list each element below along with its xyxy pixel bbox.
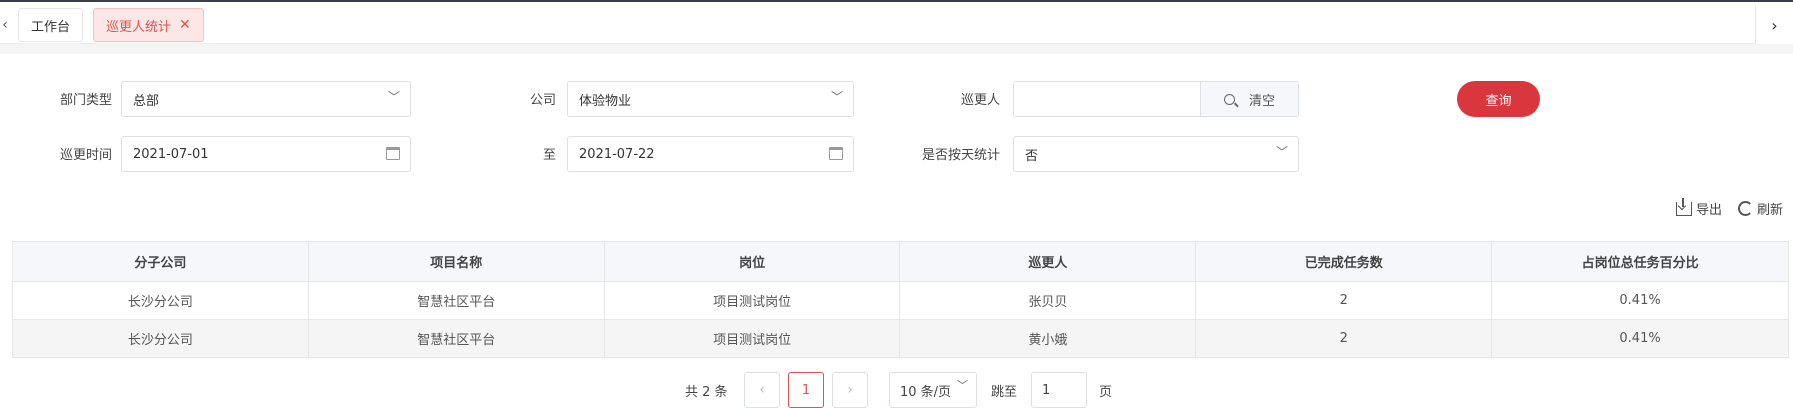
patroller-label: 巡更人: [960, 93, 1000, 108]
date-from-field[interactable]: 2021-07-01: [121, 136, 411, 172]
table-cell: 长沙分公司: [12, 281, 309, 320]
export-button[interactable]: 导出: [1676, 197, 1723, 218]
date-from-value: 2021-07-01: [133, 146, 209, 162]
date-to-field[interactable]: 2021-07-22: [567, 136, 854, 172]
page-unit-label: 页: [1099, 384, 1113, 400]
table-row: 长沙分公司 智慧社区平台 项目测试岗位 张贝贝 2 0.41%: [12, 281, 1789, 320]
chevron-down-icon: ﹀: [830, 90, 843, 104]
table-cell: 项目测试岗位: [604, 281, 901, 320]
tab-workbench[interactable]: 工作台: [18, 8, 84, 42]
close-icon[interactable]: ✕: [179, 17, 191, 33]
chevron-down-icon: ﹀: [387, 90, 400, 104]
dept-type-value: 总部: [133, 93, 160, 109]
chevron-down-icon: ﹀: [957, 379, 968, 392]
table-cell: 0.41%: [1491, 281, 1789, 320]
refresh-icon: [1738, 201, 1753, 216]
clear-button[interactable]: 清空: [1200, 82, 1298, 116]
table-cell: 长沙分公司: [12, 319, 309, 358]
total-count: 共 2 条: [685, 384, 728, 400]
column-header: 项目名称: [308, 241, 605, 282]
table-cell: 智慧社区平台: [308, 281, 605, 320]
by-day-select[interactable]: 否 ﹀: [1013, 136, 1299, 172]
table-cell: 2: [1195, 281, 1493, 320]
tab-label: 工作台: [31, 19, 71, 35]
tab-scroll-left-icon[interactable]: ‹: [0, 10, 10, 40]
stats-table: 分子公司 项目名称 岗位 巡更人 已完成任务数 占岗位总任务百分比 长沙分公司 …: [12, 241, 1789, 358]
tab-bar: ‹ 工作台 巡更人统计 ✕ ›: [0, 0, 1793, 44]
by-day-label: 是否按天统计: [921, 148, 1000, 163]
next-page-button[interactable]: ›: [832, 372, 868, 408]
table-cell: 张贝贝: [899, 281, 1197, 320]
download-icon: [1676, 197, 1692, 216]
refresh-button[interactable]: 刷新: [1738, 199, 1783, 218]
dept-type-label: 部门类型: [59, 93, 112, 108]
patroller-search-group: 清空: [1013, 81, 1299, 117]
table-header-row: 分子公司 项目名称 岗位 巡更人 已完成任务数 占岗位总任务百分比: [12, 241, 1789, 282]
page-size-value: 10 条/页: [900, 384, 952, 400]
refresh-label: 刷新: [1757, 203, 1784, 218]
table-cell: 项目测试岗位: [604, 319, 901, 358]
company-select[interactable]: 体验物业 ﹀: [567, 81, 854, 117]
page-size-select[interactable]: 10 条/页 ﹀: [889, 372, 977, 408]
query-button[interactable]: 查询: [1457, 81, 1540, 117]
column-header: 已完成任务数: [1195, 241, 1493, 282]
calendar-icon: [829, 147, 843, 160]
export-label: 导出: [1696, 203, 1723, 218]
jump-page-input[interactable]: 1: [1031, 372, 1087, 408]
page-number-button[interactable]: 1: [788, 372, 824, 408]
clear-label: 清空: [1248, 93, 1275, 109]
table-cell: 2: [1195, 319, 1493, 358]
divider: [0, 44, 1793, 54]
dept-type-select[interactable]: 总部 ﹀: [121, 81, 411, 117]
table-cell: 智慧社区平台: [308, 319, 605, 358]
column-header: 岗位: [604, 241, 901, 282]
jump-label: 跳至: [991, 384, 1018, 400]
column-header: 分子公司: [12, 241, 309, 282]
tab-label: 巡更人统计: [106, 19, 172, 35]
table-row: 长沙分公司 智慧社区平台 项目测试岗位 黄小娥 2 0.41%: [12, 319, 1789, 358]
patroller-input[interactable]: [1014, 82, 1200, 116]
column-header: 占岗位总任务百分比: [1491, 241, 1789, 282]
column-header: 巡更人: [899, 241, 1197, 282]
tab-scroll-right-icon[interactable]: ›: [1755, 6, 1793, 44]
company-label: 公司: [529, 93, 556, 108]
table-cell: 黄小娥: [899, 319, 1197, 358]
by-day-value: 否: [1025, 148, 1039, 164]
tab-patroller-stats[interactable]: 巡更人统计 ✕: [93, 8, 204, 42]
to-label: 至: [542, 148, 556, 163]
patrol-time-label: 巡更时间: [59, 148, 112, 163]
search-icon: [1223, 93, 1235, 105]
calendar-icon: [386, 147, 400, 160]
table-cell: 0.41%: [1491, 319, 1789, 358]
prev-page-button[interactable]: ‹: [744, 372, 780, 408]
date-to-value: 2021-07-22: [579, 146, 655, 162]
company-value: 体验物业: [579, 93, 632, 109]
chevron-down-icon: ﹀: [1275, 145, 1288, 159]
